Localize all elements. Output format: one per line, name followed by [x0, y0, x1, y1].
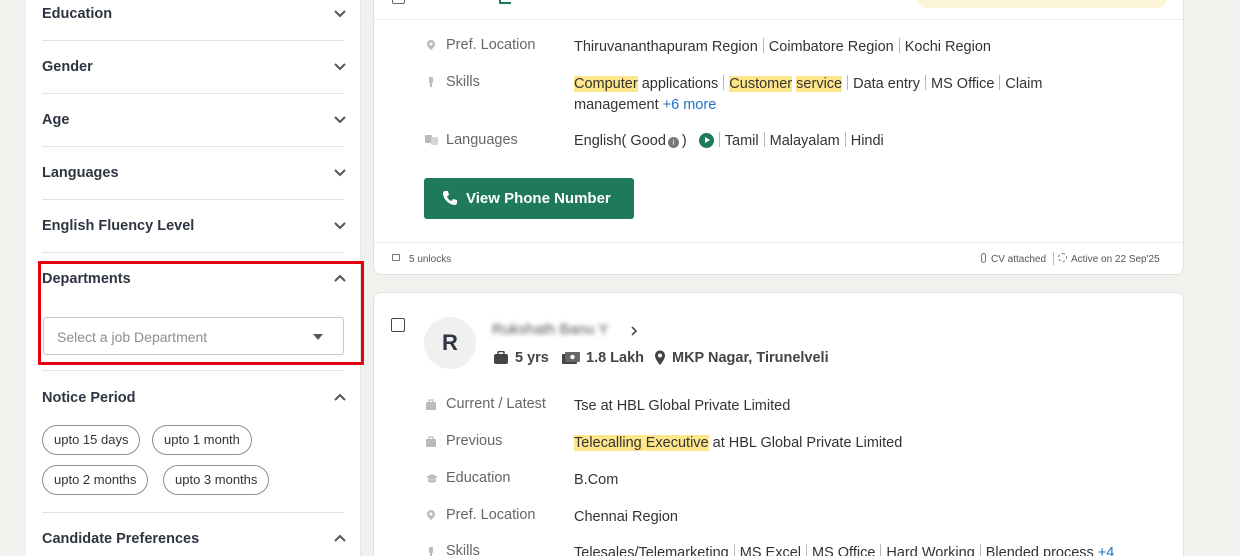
status-icon	[499, 0, 511, 4]
education-value: B.Com	[574, 472, 619, 488]
skills-icon	[425, 545, 437, 556]
skill-item: Data entry	[853, 76, 921, 92]
filter-divider	[42, 94, 344, 147]
pref-location-label: Pref. Location	[446, 507, 536, 523]
phone-icon	[443, 191, 457, 205]
filter-candidate-preferences-title: Candidate Preferences	[42, 531, 200, 547]
checkbox[interactable]	[392, 0, 405, 4]
skills-icon	[425, 75, 437, 87]
highlight-box	[38, 261, 364, 365]
education-label: Education	[446, 470, 511, 486]
chevron-up-icon[interactable]	[333, 533, 347, 543]
languages-value: English( Good i) Tamil Malayalam Hindi	[574, 131, 884, 152]
location-item: Coimbatore Region	[768, 39, 894, 55]
view-phone-label: View Phone Number	[466, 190, 611, 207]
notice-chip-1-month[interactable]: upto 1 month	[152, 425, 252, 455]
skill-item: MS Office	[931, 76, 995, 92]
location-pin-icon	[654, 350, 666, 371]
skills-more-link[interactable]: +6 more	[663, 97, 717, 113]
filter-notice-period-title: Notice Period	[42, 390, 136, 406]
candidate-location: MKP Nagar, Tirunelveli	[672, 350, 829, 366]
skills-label: Skills	[446, 543, 480, 556]
filter-gender-title: Gender	[42, 59, 93, 75]
skill-item: Claim	[1005, 76, 1043, 92]
graduation-cap-icon	[425, 472, 438, 484]
active-date: Active on 22 Sep'25	[1071, 254, 1160, 265]
skill-item: Hard Working	[886, 545, 975, 556]
skill-item: Telesales/Telemarketing	[574, 545, 729, 556]
filter-divider	[42, 512, 344, 513]
chevron-down-icon[interactable]	[333, 115, 347, 125]
briefcase-icon	[425, 398, 437, 410]
play-audio-icon[interactable]	[698, 133, 714, 148]
briefcase-icon	[425, 435, 437, 447]
salary-icon	[562, 352, 580, 370]
skills-value: Computer applications Customer service Dat…	[574, 74, 1094, 116]
active-clock-icon	[1058, 253, 1067, 262]
pref-location-label: Pref. Location	[446, 37, 536, 53]
experience: 5 yrs	[515, 350, 549, 366]
location-item: Kochi Region	[904, 39, 991, 55]
paperclip-icon	[981, 253, 986, 263]
pref-location-value: Thiruvananthapuram Region Coimbatore Regi…	[574, 37, 991, 58]
languages-icon	[425, 133, 438, 145]
skill-item: applications	[641, 76, 719, 92]
skill-item: MS Excel	[739, 545, 801, 556]
language-item: Tamil	[724, 133, 759, 149]
skill-item: Blended process	[985, 545, 1094, 556]
chevron-down-icon[interactable]	[333, 62, 347, 72]
location-pin-icon	[425, 508, 437, 520]
previous-highlight: Telecalling Executive	[574, 435, 709, 451]
pref-location-value: Chennai Region	[574, 509, 678, 525]
location-pin-icon	[425, 38, 437, 50]
chevron-down-icon[interactable]	[333, 9, 347, 19]
status-badge	[917, 0, 1167, 8]
info-icon[interactable]: i	[667, 137, 679, 148]
unlocks-count: 5 unlocks	[409, 254, 452, 265]
notice-chip-3-months[interactable]: upto 3 months	[163, 465, 270, 495]
current-label: Current / Latest	[446, 396, 546, 412]
filter-english-fluency-title: English Fluency Level	[42, 218, 195, 234]
card-footer-divider	[374, 242, 1183, 243]
current-value: Tse at HBL Global Private Limited	[574, 398, 791, 414]
skill-item: management	[574, 97, 659, 113]
language-english: English( Good	[574, 133, 666, 149]
previous-label: Previous	[446, 433, 503, 449]
chevron-right-icon[interactable]	[629, 324, 639, 342]
language-english-close: )	[681, 133, 687, 149]
view-phone-button[interactable]: View Phone Number	[424, 178, 634, 219]
location-item: Thiruvananthapuram Region	[574, 39, 758, 55]
select-candidate-checkbox[interactable]	[391, 318, 405, 332]
avatar: R	[424, 317, 476, 369]
skill-highlight: Computer	[574, 76, 638, 92]
skills-label: Skills	[446, 74, 480, 90]
chevron-down-icon[interactable]	[333, 168, 347, 178]
chevron-up-icon[interactable]	[333, 392, 347, 402]
previous-value: Telecalling Executive at HBL Global Priv…	[574, 433, 902, 454]
cv-attached[interactable]: CV attached	[991, 254, 1046, 265]
language-item: Hindi	[850, 133, 884, 149]
card-header-strip	[374, 0, 1183, 20]
briefcase-icon	[493, 350, 509, 370]
skill-highlight: Customer	[729, 76, 793, 92]
skill-item: MS Office	[812, 545, 876, 556]
skills-value: Telesales/Telemarketing MS Excel MS Office…	[574, 543, 1114, 556]
language-item: Malayalam	[769, 133, 840, 149]
candidate-name[interactable]: Rukshath Banu Y	[492, 321, 608, 338]
skills-more-link[interactable]: +4	[1098, 545, 1115, 556]
filter-education-title: Education	[42, 6, 113, 22]
lock-icon	[392, 254, 400, 261]
salary: 1.8 Lakh	[586, 350, 645, 366]
filter-languages-title: Languages	[42, 165, 119, 181]
filter-age-title: Age	[42, 112, 70, 128]
footer-separator	[1053, 252, 1054, 265]
skill-highlight: service	[796, 76, 843, 92]
previous-rest: at HBL Global Private Limited	[708, 435, 903, 451]
languages-label: Languages	[446, 132, 518, 148]
notice-chip-2-months[interactable]: upto 2 months	[42, 465, 149, 495]
filter-divider	[42, 370, 344, 371]
chevron-down-icon[interactable]	[333, 221, 347, 231]
notice-chip-15-days[interactable]: upto 15 days	[42, 425, 141, 455]
